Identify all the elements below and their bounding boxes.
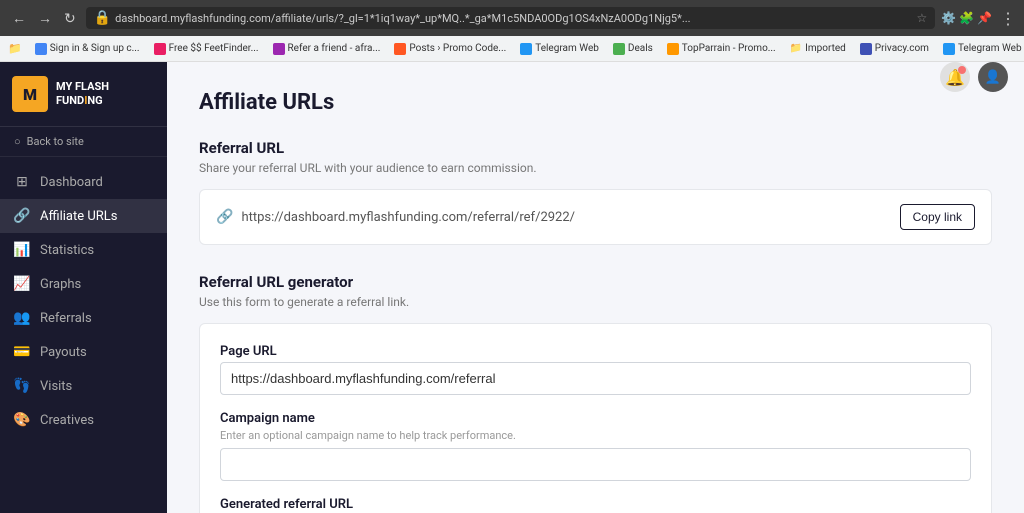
bookmark-favicon [154,43,166,55]
link-icon: 🔗 [216,209,233,225]
bookmark-telegram2[interactable]: Telegram Web [938,41,1024,57]
statistics-icon: 📊 [14,242,30,258]
extensions-icon: ⚙️ 🧩 📌 [941,11,992,25]
bookmark-favicon [520,43,532,55]
bookmark-star-icon[interactable]: ☆ [916,11,927,25]
bookmarks-bar: 📁 Sign in & Sign up c... Free $$ FeetFin… [0,36,1024,62]
main-content: 🔔 👤 Affiliate URLs Referral URL Share yo… [167,62,1024,513]
sidebar: M MY FLASH FUNDING ○ Back to site ⊞ Dash… [0,62,167,513]
generator-card: Page URL Campaign name Enter an optional… [199,323,992,513]
logo-icon: M [12,76,48,112]
sidebar-item-creatives[interactable]: 🎨 Creatives [0,403,167,437]
app-container: M MY FLASH FUNDING ○ Back to site ⊞ Dash… [0,62,1024,513]
bookmark-posts[interactable]: Posts › Promo Code... [389,41,511,57]
referral-url-title: Referral URL [199,139,992,157]
page-title: Affiliate URLs [199,90,992,115]
bookmark-favicon [613,43,625,55]
logo-area: M MY FLASH FUNDING [0,62,167,127]
sidebar-item-dashboard[interactable]: ⊞ Dashboard [0,165,167,199]
browser-nav-buttons: ← → ↻ [8,8,80,29]
referrals-icon: 👥 [14,310,30,326]
url-text: dashboard.myflashfunding.com/affiliate/u… [115,12,912,25]
sidebar-item-visits[interactable]: 👣 Visits [0,369,167,403]
bookmark-refer[interactable]: Refer a friend - afra... [268,41,386,57]
page-url-field-group: Page URL [220,344,971,395]
generated-url-section: Generated referral URL Share this URL wi… [220,497,971,513]
affiliate-urls-icon: 🔗 [14,208,30,224]
bookmark-favicon [35,43,47,55]
bookmark-favicon [273,43,285,55]
visits-icon: 👣 [14,378,30,394]
notification-bell[interactable]: 🔔 [940,62,970,92]
referral-url-display: 🔗 https://dashboard.myflashfunding.com/r… [216,209,575,225]
referral-url-section: Referral URL Share your referral URL wit… [199,139,992,245]
bookmark-favicon [394,43,406,55]
dashboard-icon: ⊞ [14,174,30,190]
sidebar-item-referrals[interactable]: 👥 Referrals [0,301,167,335]
sidebar-item-payouts[interactable]: 💳 Payouts [0,335,167,369]
referral-url-description: Share your referral URL with your audien… [199,161,992,175]
bookmark-favicon [667,43,679,55]
refresh-button[interactable]: ↻ [60,8,80,29]
campaign-name-input[interactable] [220,448,971,481]
bookmark-favicon [943,43,955,55]
bookmark-imported[interactable]: 📁 Imported [785,41,851,56]
creatives-icon: 🎨 [14,412,30,428]
generator-description: Use this form to generate a referral lin… [199,295,992,309]
logo-text: MY FLASH FUNDING [56,80,109,109]
forward-button[interactable]: → [34,8,56,28]
bookmark-favicon [860,43,872,55]
sidebar-item-statistics[interactable]: 📊 Statistics [0,233,167,267]
back-button[interactable]: ← [8,8,30,28]
bookmark-privacy[interactable]: Privacy.com [855,41,934,57]
bookmark-feetfinder[interactable]: Free $$ FeetFinder... [149,41,264,57]
generator-header: Referral URL generator Use this form to … [199,273,992,309]
page-url-label: Page URL [220,344,971,359]
back-to-site-link[interactable]: ○ Back to site [0,127,167,157]
browser-menu-icon[interactable]: ⋮ [1000,9,1016,28]
browser-chrome: ← → ↻ 🔒 dashboard.myflashfunding.com/aff… [0,0,1024,36]
app-header-actions: 🔔 👤 [940,62,1008,92]
referral-url-text: https://dashboard.myflashfunding.com/ref… [241,210,575,225]
folder-icon: 📁 [790,43,802,54]
referral-url-header: Referral URL Share your referral URL wit… [199,139,992,175]
sidebar-item-graphs[interactable]: 📈 Graphs [0,267,167,301]
generated-url-label: Generated referral URL [220,497,971,512]
referral-url-card: 🔗 https://dashboard.myflashfunding.com/r… [199,189,992,245]
bookmarks-label: 📁 [8,42,22,55]
back-icon: ○ [14,135,21,148]
bookmark-signin[interactable]: Sign in & Sign up c... [30,41,145,57]
campaign-name-field-group: Campaign name Enter an optional campaign… [220,411,971,481]
copy-referral-url-button[interactable]: Copy link [900,204,975,230]
notification-dot [958,66,966,74]
user-avatar[interactable]: 👤 [978,62,1008,92]
logo-line1: MY FLASH [56,80,109,94]
address-bar[interactable]: 🔒 dashboard.myflashfunding.com/affiliate… [86,7,935,29]
bookmark-topparrain[interactable]: TopParrain - Promo... [662,41,781,57]
bookmark-telegram[interactable]: Telegram Web [515,41,604,57]
payouts-icon: 💳 [14,344,30,360]
campaign-name-hint: Enter an optional campaign name to help … [220,429,971,442]
graphs-icon: 📈 [14,276,30,292]
secure-icon: 🔒 [94,10,111,26]
logo-highlight: I [84,94,87,107]
page-url-input[interactable] [220,362,971,395]
logo-line2: FUNDING [56,94,109,108]
browser-extensions: ⚙️ 🧩 📌 ⋮ [941,9,1016,28]
generator-title: Referral URL generator [199,273,992,291]
url-generator-section: Referral URL generator Use this form to … [199,273,992,513]
sidebar-nav: ⊞ Dashboard 🔗 Affiliate URLs 📊 Statistic… [0,157,167,513]
sidebar-item-affiliate-urls[interactable]: 🔗 Affiliate URLs [0,199,167,233]
campaign-name-label: Campaign name [220,411,971,426]
bookmark-deals[interactable]: Deals [608,41,658,57]
